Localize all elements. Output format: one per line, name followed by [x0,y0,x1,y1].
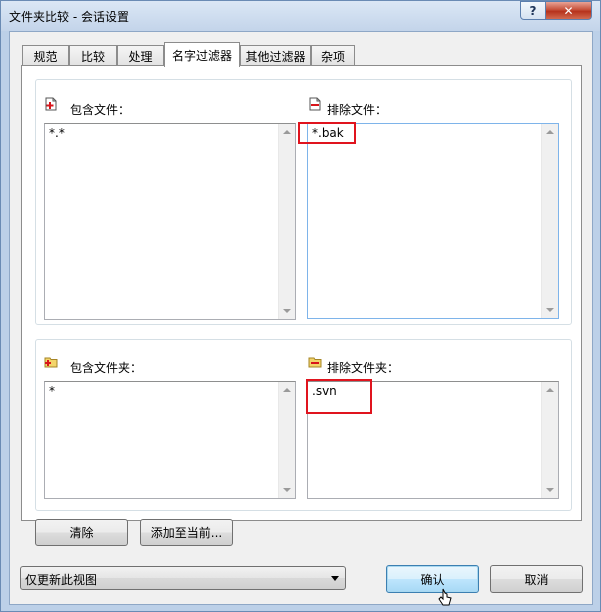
include-folders-list[interactable]: * [44,381,296,499]
include-files-label: 包含文件： [70,103,131,117]
help-button[interactable]: ? [520,1,546,20]
include-files-scrollbar[interactable] [278,124,295,319]
exclude-files-list[interactable]: *.bak [307,123,559,319]
exclude-folders-highlight [306,379,372,414]
exclude-folders-scrollbar[interactable] [541,382,558,498]
include-folder-icon [44,357,58,368]
tab-label: 杂项 [320,49,345,64]
ok-button-label: 确认 [420,572,445,587]
include-files-list[interactable]: *.* [44,123,296,320]
exclude-folder-icon [308,357,322,368]
clear-button[interactable]: 清除 [35,519,128,546]
exclude-files-scrollbar[interactable] [541,124,558,318]
cancel-button[interactable]: 取消 [490,565,583,593]
tab-misc[interactable]: 杂项 [311,45,355,66]
add-to-current-button[interactable]: 添加至当前... [140,519,233,546]
tab-label: 其他过滤器 [245,49,306,64]
folder-filters-group: 包含文件夹： * 排除文件夹： .svn [35,339,572,511]
scroll-up-icon[interactable] [283,388,291,392]
tab-name-filters[interactable]: 名字过滤器 [164,42,240,67]
include-folders-value: * [49,384,55,398]
scroll-down-icon[interactable] [283,488,291,492]
ok-button[interactable]: 确认 [386,565,479,593]
mouse-cursor-icon [438,588,452,606]
exclude-file-icon [309,97,321,111]
tab-compare[interactable]: 比较 [69,45,117,66]
scroll-down-icon[interactable] [283,309,291,313]
clear-button-label: 清除 [69,526,94,540]
settings-dialog: 文件夹比较 - 会话设置 ? ✕ 规范 比较 处理 名字过滤器 其他过滤器 杂项… [0,0,601,612]
tab-label: 名字过滤器 [171,48,232,63]
window-title: 文件夹比较 - 会话设置 [9,10,129,24]
cancel-button-label: 取消 [524,572,549,587]
scroll-up-icon[interactable] [546,130,554,134]
tab-handling[interactable]: 处理 [117,45,164,66]
tab-label: 处理 [128,49,153,64]
close-button[interactable]: ✕ [545,1,592,20]
include-folders-label: 包含文件夹： [70,361,143,375]
exclude-files-highlight [298,122,356,144]
name-filters-panel: 包含文件： *.* 排除文件： *.bak 包含文件夹： * 排除文件夹： .s… [21,65,582,521]
tab-other-filters[interactable]: 其他过滤器 [240,45,311,66]
include-folders-scrollbar[interactable] [278,382,295,498]
tab-spec[interactable]: 规范 [22,45,69,66]
include-file-icon [45,97,57,111]
view-scope-value: 仅更新此视图 [25,573,98,587]
scroll-up-icon[interactable] [546,388,554,392]
tab-label: 规范 [33,49,58,64]
include-files-value: *.* [49,126,65,140]
view-scope-select[interactable]: 仅更新此视图 [20,566,346,590]
tab-label: 比较 [80,49,105,64]
add-to-current-label: 添加至当前... [150,526,223,540]
chevron-down-icon[interactable] [331,576,339,581]
exclude-files-label: 排除文件： [327,103,388,117]
title-bar[interactable]: 文件夹比较 - 会话设置 ? ✕ [1,1,600,31]
exclude-folders-label: 排除文件夹： [327,361,400,375]
file-filters-group: 包含文件： *.* 排除文件： *.bak [35,79,572,325]
scroll-down-icon[interactable] [546,308,554,312]
dialog-body: 规范 比较 处理 名字过滤器 其他过滤器 杂项 包含文件： *.* 排除文件： … [9,31,593,605]
scroll-down-icon[interactable] [546,488,554,492]
scroll-up-icon[interactable] [283,130,291,134]
